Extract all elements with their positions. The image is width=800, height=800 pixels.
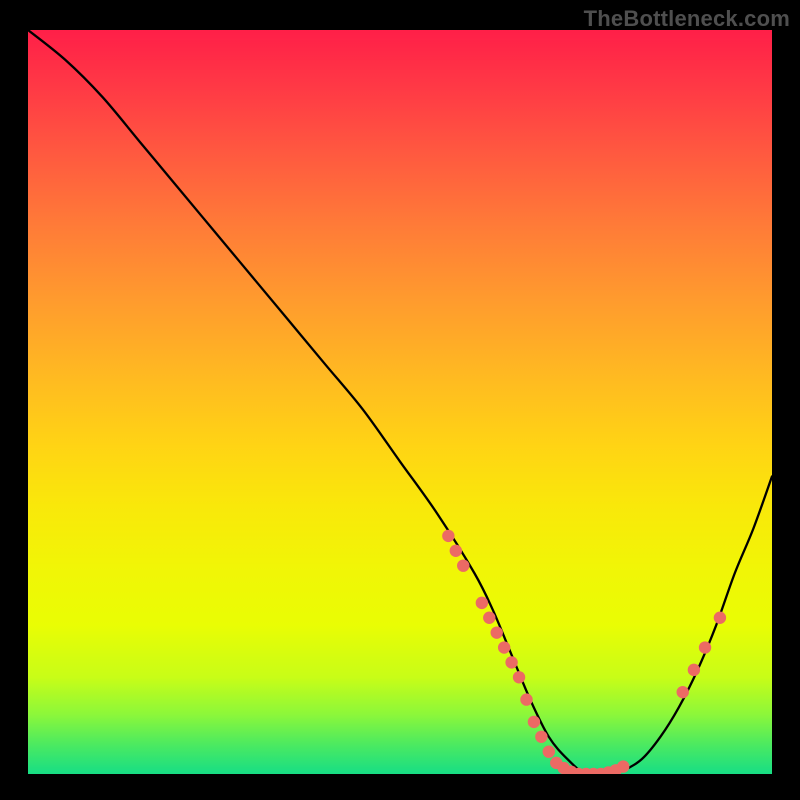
chart-svg <box>28 30 772 774</box>
data-marker <box>457 559 469 571</box>
data-marker <box>528 716 540 728</box>
data-marker <box>498 641 510 653</box>
data-marker <box>677 686 689 698</box>
data-marker <box>617 760 629 772</box>
data-marker <box>688 664 700 676</box>
data-marker <box>513 671 525 683</box>
data-marker <box>442 530 454 542</box>
data-marker <box>535 731 547 743</box>
data-marker <box>476 597 488 609</box>
watermark-text: TheBottleneck.com <box>584 6 790 32</box>
data-marker <box>491 626 503 638</box>
curve-line <box>28 30 772 774</box>
marker-group <box>442 530 726 774</box>
data-marker <box>543 745 555 757</box>
data-marker <box>505 656 517 668</box>
chart-container: TheBottleneck.com <box>0 0 800 800</box>
data-marker <box>699 641 711 653</box>
data-marker <box>520 693 532 705</box>
plot-area <box>28 30 772 774</box>
data-marker <box>714 612 726 624</box>
data-marker <box>483 612 495 624</box>
data-marker <box>450 545 462 557</box>
